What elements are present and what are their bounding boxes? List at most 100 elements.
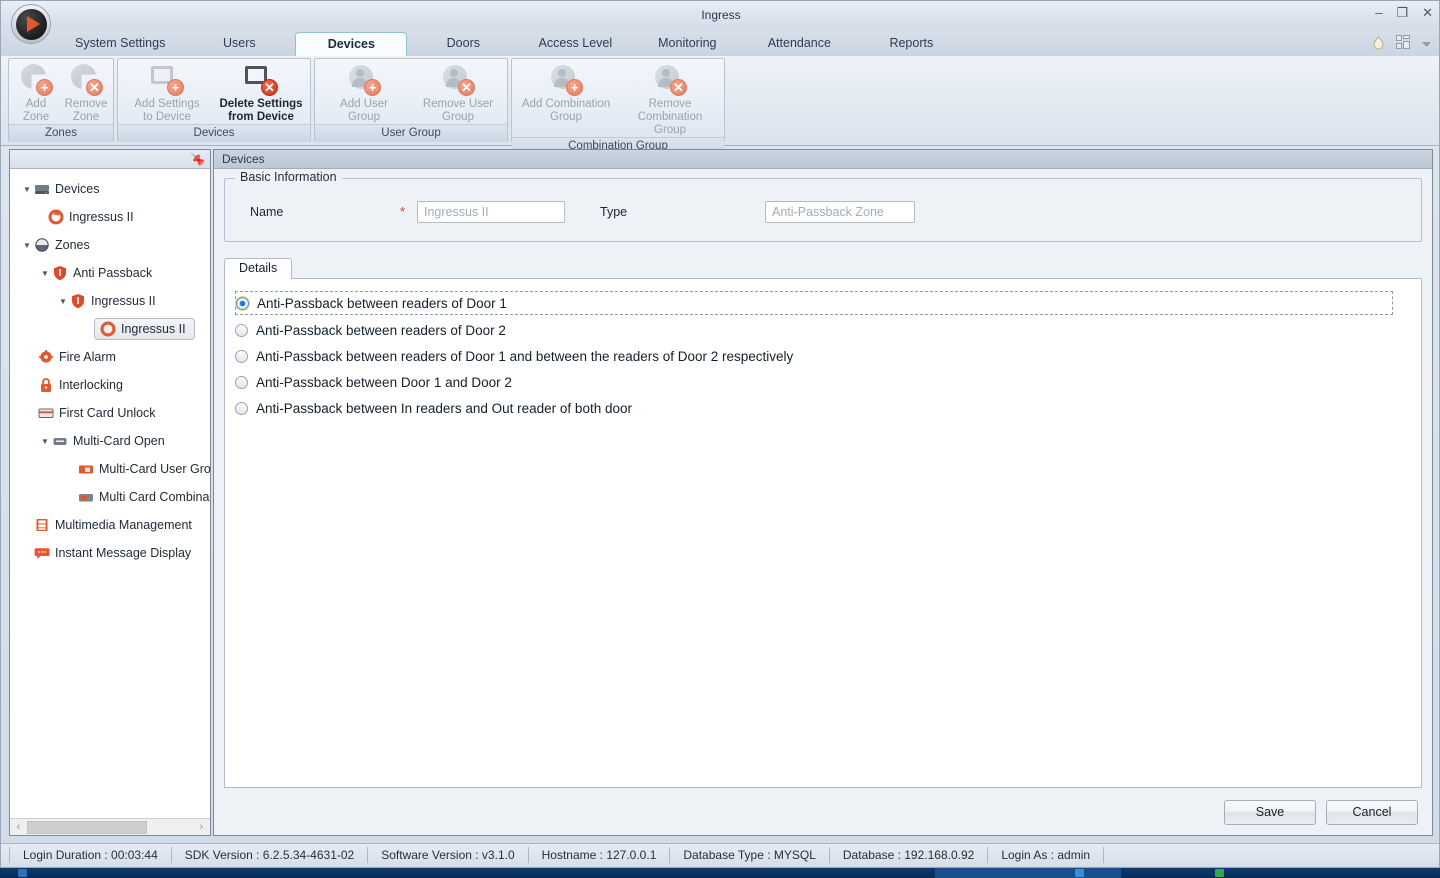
desktop-taskbar bbox=[0, 868, 1440, 878]
radio-label: Anti-Passback between readers of Door 2 bbox=[256, 322, 506, 338]
tree-item-multimedia-management[interactable]: Multimedia Management bbox=[10, 511, 210, 539]
tree-item-label: Multi Card Combina bbox=[99, 490, 210, 504]
scroll-right-icon[interactable]: › bbox=[193, 821, 210, 833]
add-combination-group-label: Add Combination Group bbox=[521, 98, 611, 123]
tree-item-label: Zones bbox=[55, 238, 90, 252]
save-button[interactable]: Save bbox=[1224, 800, 1316, 825]
expander-icon[interactable]: ▼ bbox=[20, 185, 34, 194]
close-icon[interactable]: ✕ bbox=[1422, 6, 1433, 20]
add-combination-group-icon: + bbox=[549, 64, 583, 96]
expander-icon[interactable]: ▼ bbox=[38, 437, 52, 446]
tab-users[interactable]: Users bbox=[183, 31, 295, 56]
tree-item-multi-card-combination[interactable]: Multi Card Combina bbox=[10, 483, 210, 511]
tree-item-devices-ingressus-ii[interactable]: Ingressus II bbox=[10, 203, 210, 231]
add-settings-to-device-label: Add Settings to Device bbox=[134, 98, 200, 123]
radio-button[interactable] bbox=[235, 375, 248, 389]
tree-item-anti-passback[interactable]: ▼ Anti Passback bbox=[10, 259, 210, 287]
add-combination-group-button[interactable]: + Add Combination Group bbox=[514, 62, 618, 137]
status-hostname: Hostname : 127.0.0.1 bbox=[529, 847, 671, 863]
scroll-track[interactable] bbox=[27, 819, 193, 835]
scroll-left-icon[interactable]: ‹ bbox=[10, 821, 27, 833]
scroll-thumb[interactable] bbox=[27, 820, 147, 834]
taskbar-icon-start[interactable] bbox=[18, 869, 27, 877]
tree-item-selected-ingressus-ii[interactable]: Ingressus II bbox=[10, 315, 210, 343]
flame-icon[interactable] bbox=[1372, 35, 1385, 53]
chevron-down-icon[interactable] bbox=[1422, 37, 1431, 51]
tree-item-label: Ingressus II bbox=[69, 210, 134, 224]
cancel-button[interactable]: Cancel bbox=[1326, 800, 1418, 825]
details-tab-header: Details bbox=[224, 258, 1422, 279]
sidebar-horizontal-scrollbar[interactable]: ‹ › bbox=[10, 818, 210, 835]
tab-access-level[interactable]: Access Level bbox=[519, 31, 631, 56]
restore-icon[interactable]: ❐ bbox=[1396, 6, 1408, 20]
app-logo[interactable] bbox=[11, 4, 53, 46]
radio-button[interactable] bbox=[235, 323, 248, 337]
tab-monitoring[interactable]: Monitoring bbox=[631, 31, 743, 56]
tree-item-interlocking[interactable]: Interlocking bbox=[10, 371, 210, 399]
remove-zone-label: Remove Zone bbox=[64, 98, 108, 123]
window-title: Ingress bbox=[701, 8, 741, 22]
add-settings-to-device-icon: + bbox=[150, 64, 184, 96]
radio-button[interactable] bbox=[235, 401, 248, 415]
tree-item-label: Devices bbox=[55, 182, 100, 196]
tree-item-label: Multi-Card Open bbox=[73, 434, 165, 448]
tree-item-anti-passback-ingressus-ii[interactable]: ▼ Ingressus II bbox=[10, 287, 210, 315]
radio-option-door1-and-door2-respectively[interactable]: Anti-Passback between readers of Door 1 … bbox=[235, 343, 1411, 369]
tree-item-multi-card-user-group[interactable]: Multi-Card User Gro bbox=[10, 455, 210, 483]
tree-item-devices[interactable]: ▼ Devices bbox=[10, 175, 210, 203]
ribbon-group-user-group-title: User Group bbox=[315, 124, 507, 142]
tree-item-multi-card-open[interactable]: ▼ Multi-Card Open bbox=[10, 427, 210, 455]
tab-devices[interactable]: Devices bbox=[295, 32, 408, 57]
details-tab-body: Anti-Passback between readers of Door 1 … bbox=[224, 278, 1422, 788]
remove-user-group-button[interactable]: ✕ Remove User Group bbox=[411, 62, 505, 124]
sidebar-panel: 📌 ▼ Devices Ingressus II ▼ Zones ▼ Anti … bbox=[9, 149, 211, 836]
taskbar-icon-app2[interactable] bbox=[1215, 869, 1224, 877]
gear-icon bbox=[100, 321, 116, 337]
radio-option-door2[interactable]: Anti-Passback between readers of Door 2 bbox=[235, 317, 1411, 343]
radio-option-in-out-readers-both-door[interactable]: Anti-Passback between In readers and Out… bbox=[235, 395, 1411, 421]
tree-item-label: Multimedia Management bbox=[55, 518, 192, 532]
tab-system-settings[interactable]: System Settings bbox=[57, 31, 183, 56]
add-zone-button[interactable]: + Add Zone bbox=[11, 62, 61, 124]
add-settings-to-device-button[interactable]: + Add Settings to Device bbox=[120, 62, 214, 124]
play-icon bbox=[26, 16, 40, 32]
radio-button[interactable] bbox=[235, 349, 248, 363]
ribbon-group-combination-group-items: + Add Combination Group ✕ Remove Combina… bbox=[512, 59, 724, 137]
ribbon-group-devices-title: Devices bbox=[118, 124, 310, 142]
delete-settings-from-device-icon: ✕ bbox=[244, 64, 278, 96]
name-input[interactable]: Ingressus II bbox=[417, 201, 565, 223]
remove-zone-button[interactable]: ✕ Remove Zone bbox=[61, 62, 111, 124]
tab-attendance[interactable]: Attendance bbox=[743, 31, 855, 56]
radio-option-door1[interactable]: Anti-Passback between readers of Door 1 bbox=[235, 291, 1393, 315]
multicard-combination-icon bbox=[78, 489, 94, 505]
tree-item-label: Ingressus II bbox=[121, 322, 186, 336]
taskbar-icon-app1[interactable] bbox=[1075, 869, 1084, 877]
grid-icon[interactable] bbox=[1396, 35, 1411, 53]
tree-item-fire-alarm[interactable]: Fire Alarm bbox=[10, 343, 210, 371]
remove-combination-group-button[interactable]: ✕ Remove Combination Group bbox=[618, 62, 722, 137]
taskbar-window-button[interactable] bbox=[935, 868, 1121, 878]
tree-item-first-card-unlock[interactable]: First Card Unlock bbox=[10, 399, 210, 427]
delete-settings-from-device-label: Delete Settings from Device bbox=[219, 98, 303, 123]
tree-item-zones[interactable]: ▼ Zones bbox=[10, 231, 210, 259]
type-input[interactable]: Anti-Passback Zone bbox=[765, 201, 915, 223]
main-tab-strip: System Settings Users Devices Doors Acce… bbox=[1, 31, 1439, 57]
tab-doors[interactable]: Doors bbox=[407, 31, 519, 56]
minimize-icon[interactable]: – bbox=[1375, 6, 1382, 20]
tab-reports[interactable]: Reports bbox=[855, 31, 967, 56]
add-user-group-button[interactable]: + Add User Group bbox=[317, 62, 411, 124]
tab-details[interactable]: Details bbox=[224, 258, 293, 279]
status-login-duration: Login Duration : 00:03:44 bbox=[9, 847, 172, 863]
radio-option-between-door1-and-door2[interactable]: Anti-Passback between Door 1 and Door 2 bbox=[235, 369, 1411, 395]
expander-icon[interactable]: ▼ bbox=[38, 269, 52, 278]
basic-information-fields: Name * Ingressus II Type Anti-Passback Z… bbox=[225, 201, 1421, 225]
expander-icon[interactable]: ▼ bbox=[56, 297, 70, 306]
add-user-group-icon: + bbox=[347, 64, 381, 96]
expander-icon[interactable]: ▼ bbox=[20, 241, 34, 250]
ribbon-group-user-group-items: + Add User Group ✕ Remove User Group bbox=[315, 59, 507, 124]
tree-item-instant-message-display[interactable]: Instant Message Display bbox=[10, 539, 210, 567]
tree-item-label: First Card Unlock bbox=[59, 406, 156, 420]
radio-button[interactable] bbox=[236, 296, 249, 310]
pin-icon[interactable]: 📌 bbox=[191, 152, 205, 167]
delete-settings-from-device-button[interactable]: ✕ Delete Settings from Device bbox=[214, 62, 308, 124]
